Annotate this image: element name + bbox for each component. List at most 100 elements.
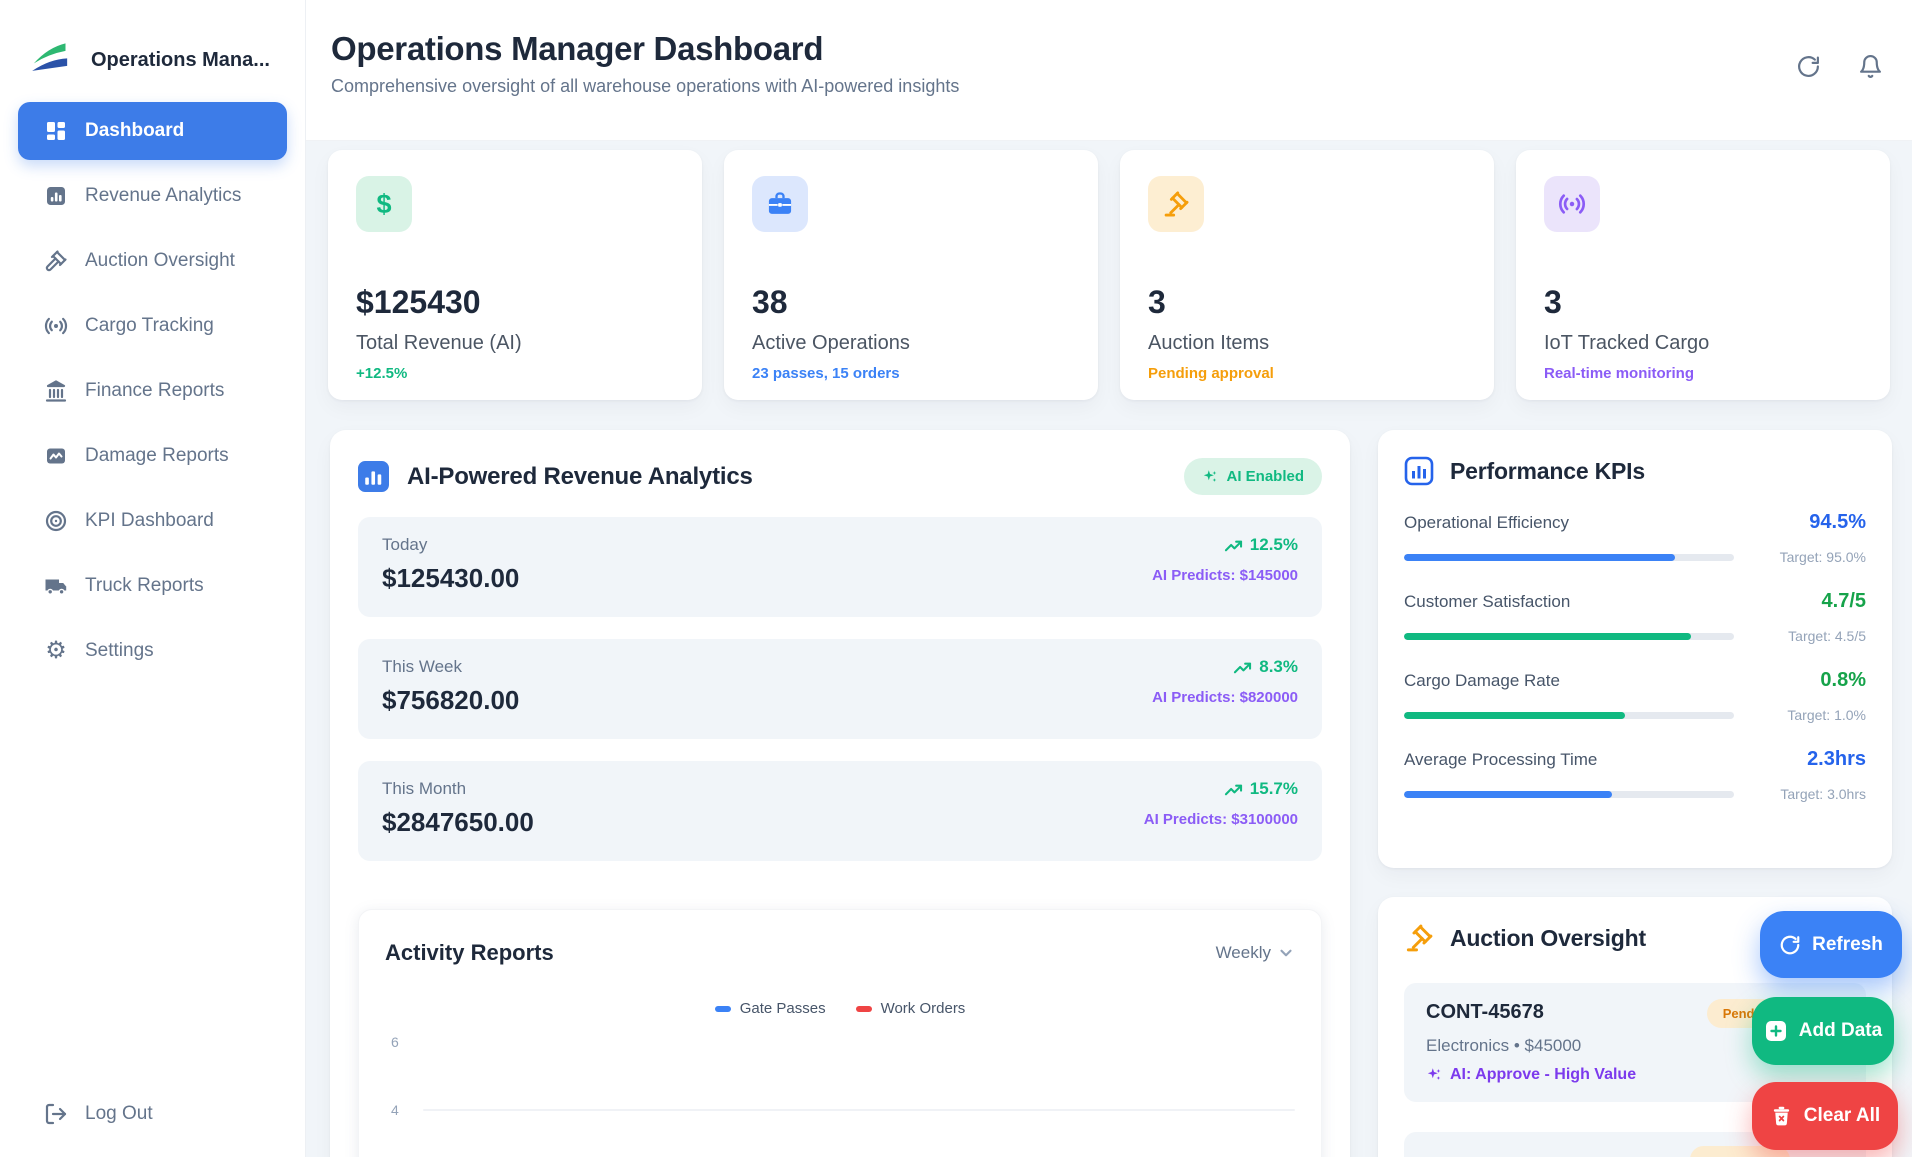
performance-kpis-panel: Performance KPIs Operational Efficiency … [1378, 430, 1892, 868]
activity-range-value: Weekly [1216, 943, 1271, 963]
sidebar-item-truck-reports[interactable]: Truck Reports [18, 557, 287, 615]
clear-all-fab-label: Clear All [1804, 1105, 1880, 1127]
y-axis-tick: 4 [391, 1102, 399, 1118]
refresh-icon[interactable] [1794, 52, 1822, 80]
stat-sub: Pending approval [1148, 365, 1466, 382]
revenue-growth: 12.5% [1250, 535, 1298, 555]
kpi-progress-fill [1404, 791, 1612, 798]
kpi-progress-fill [1404, 633, 1691, 640]
kpi-value: 4.7/5 [1822, 590, 1866, 613]
kpi-label: Customer Satisfaction [1404, 592, 1570, 612]
revenue-amount: $2847650.00 [382, 807, 534, 838]
sidebar-item-label: Dashboard [85, 120, 184, 142]
kpi-progress-fill [1404, 712, 1625, 719]
kpi-progress-fill [1404, 554, 1675, 561]
sidebar-item-label: KPI Dashboard [85, 510, 214, 532]
revenue-ai-prediction: AI Predicts: $3100000 [1144, 811, 1298, 828]
revenue-ai-prediction: AI Predicts: $820000 [1152, 689, 1298, 706]
brand: Operations Mana... [0, 0, 305, 96]
gavel-icon [1404, 923, 1434, 953]
legend-item-gate-passes: Gate Passes [715, 1000, 826, 1017]
kpi-target: Target: 4.5/5 [1748, 628, 1866, 644]
kpi-target: Target: 3.0hrs [1748, 786, 1866, 802]
legend-swatch [856, 1006, 872, 1012]
revenue-ai-prediction: AI Predicts: $145000 [1152, 567, 1298, 584]
revenue-period: This Month [382, 779, 534, 799]
operations-dashboard-screen: Operations Mana... Dashboard Revenue Ana… [0, 0, 1912, 1157]
y-axis-tick: 6 [391, 1034, 399, 1050]
sidebar-item-finance-reports[interactable]: Finance Reports [18, 362, 287, 420]
legend-item-work-orders: Work Orders [856, 1000, 966, 1017]
sidebar-item-settings[interactable]: ⚙ Settings [18, 622, 287, 680]
stat-card-auction-items: 3 Auction Items Pending approval [1120, 150, 1494, 400]
sidebar-item-label: Auction Oversight [85, 250, 235, 272]
legend-label: Work Orders [881, 1000, 966, 1017]
sidebar-item-dashboard[interactable]: Dashboard [18, 102, 287, 160]
activity-range-dropdown[interactable]: Weekly [1216, 943, 1295, 963]
bar-chart-icon [358, 461, 389, 492]
revenue-row-this-week: This Week $756820.00 8.3% AI Predicts: $… [358, 639, 1322, 739]
page-title: Operations Manager Dashboard [331, 30, 1912, 68]
stat-card-total-revenue: $ $125430 Total Revenue (AI) +12.5% [328, 150, 702, 400]
kpi-value: 0.8% [1820, 669, 1866, 692]
broadcast-icon [1544, 176, 1600, 232]
revenue-analytics-panel: AI-Powered Revenue Analytics AI Enabled … [330, 430, 1350, 1157]
sidebar-item-label: Revenue Analytics [85, 185, 241, 207]
target-icon [44, 509, 68, 533]
damage-image-icon [44, 444, 68, 468]
kpi-target: Target: 95.0% [1748, 549, 1866, 565]
sidebar-item-auction-oversight[interactable]: Auction Oversight [18, 232, 287, 290]
kpi-operational-efficiency: Operational Efficiency 94.5% Target: 95.… [1404, 511, 1866, 565]
revenue-amount: $756820.00 [382, 685, 519, 716]
sidebar-item-damage-reports[interactable]: Damage Reports [18, 427, 287, 485]
revenue-row-this-month: This Month $2847650.00 15.7% AI Predicts… [358, 761, 1322, 861]
revenue-period: This Week [382, 657, 519, 677]
briefcase-icon [752, 176, 808, 232]
page-header: Operations Manager Dashboard Comprehensi… [306, 0, 1912, 141]
activity-reports-title: Activity Reports [385, 940, 554, 966]
kpi-value: 94.5% [1809, 511, 1866, 534]
logout-icon [44, 1102, 68, 1126]
header-actions [1794, 52, 1884, 80]
kpi-value: 2.3hrs [1807, 748, 1866, 771]
stat-sub: +12.5% [356, 365, 674, 382]
clear-all-fab-button[interactable]: Clear All [1752, 1082, 1898, 1150]
logout-button[interactable]: Log Out [18, 1085, 287, 1143]
stat-cards-row: $ $125430 Total Revenue (AI) +12.5% 38 A… [306, 150, 1912, 400]
ai-enabled-label: AI Enabled [1226, 468, 1304, 485]
stat-label: Active Operations [752, 332, 1070, 355]
kpi-average-processing-time: Average Processing Time 2.3hrs Target: 3… [1404, 748, 1866, 802]
sidebar-item-label: Finance Reports [85, 380, 224, 402]
sidebar-item-cargo-tracking[interactable]: Cargo Tracking [18, 297, 287, 355]
add-data-fab-button[interactable]: Add Data [1752, 997, 1894, 1065]
sidebar-nav: Dashboard Revenue Analytics Auction Over… [0, 96, 305, 680]
chevron-down-icon [1277, 944, 1295, 962]
bank-icon [44, 379, 68, 403]
brand-name: Operations Mana... [91, 49, 270, 72]
gear-icon: ⚙ [44, 639, 68, 663]
sidebar-item-label: Truck Reports [85, 575, 204, 597]
kpi-label: Operational Efficiency [1404, 513, 1569, 533]
sidebar-item-label: Cargo Tracking [85, 315, 214, 337]
logout-label: Log Out [85, 1103, 153, 1125]
refresh-icon [1779, 934, 1801, 956]
stat-label: Total Revenue (AI) [356, 332, 674, 355]
stat-card-iot-cargo: 3 IoT Tracked Cargo Real-time monitoring [1516, 150, 1890, 400]
stat-label: Auction Items [1148, 332, 1466, 355]
sidebar-item-kpi-dashboard[interactable]: KPI Dashboard [18, 492, 287, 550]
legend-swatch [715, 1006, 731, 1012]
sidebar: Operations Mana... Dashboard Revenue Ana… [0, 0, 306, 1157]
dashboard-grid-icon [44, 119, 68, 143]
revenue-period: Today [382, 535, 519, 555]
trend-up-icon [1233, 659, 1252, 676]
revenue-panel-title: AI-Powered Revenue Analytics [407, 463, 753, 491]
refresh-fab-button[interactable]: Refresh [1760, 911, 1902, 978]
dollar-icon: $ [356, 176, 412, 232]
bell-icon[interactable] [1856, 52, 1884, 80]
chart-gridline [423, 1109, 1295, 1111]
stat-value: $125430 [356, 284, 674, 321]
sidebar-item-revenue-analytics[interactable]: Revenue Analytics [18, 167, 287, 225]
sidebar-item-label: Damage Reports [85, 445, 229, 467]
trend-up-icon [1224, 537, 1243, 554]
truck-icon [44, 574, 68, 598]
